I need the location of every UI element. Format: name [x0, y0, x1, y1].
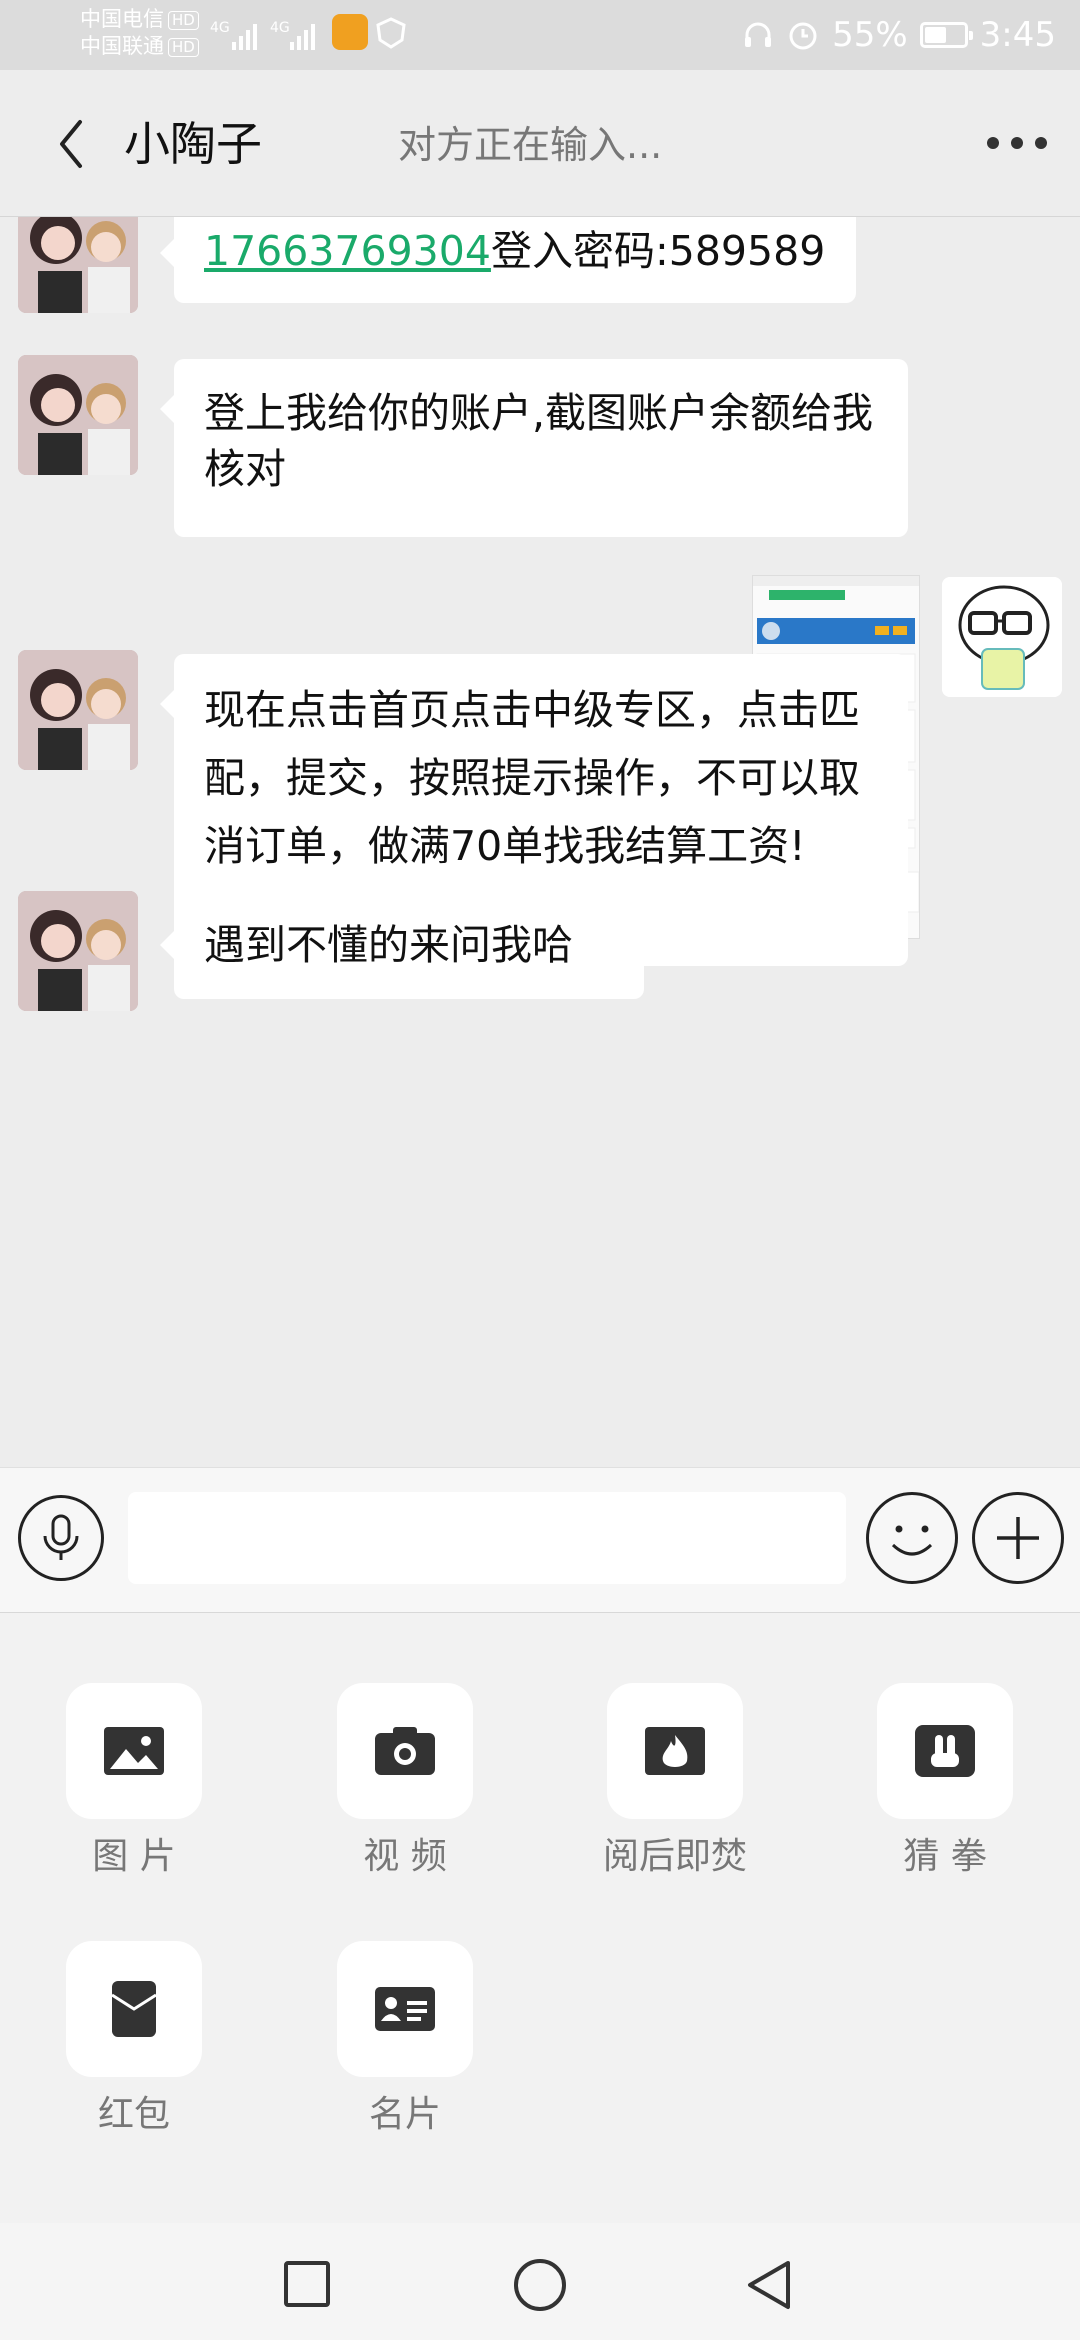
- message-text: 登上我给你的账户,截图账户余额给我核对: [204, 389, 874, 493]
- video-button[interactable]: [337, 1683, 473, 1819]
- video-label: 视 频: [363, 1836, 447, 1877]
- battery-percent: 55%: [832, 15, 908, 55]
- hd-badge: HD: [168, 10, 199, 30]
- carrier-info: 中国电信 HD 中国联通 HD: [80, 6, 199, 60]
- rock-paper-scissors-button[interactable]: [877, 1683, 1013, 1819]
- red-packet-button[interactable]: [66, 1941, 202, 2077]
- camera-icon: [375, 1727, 435, 1775]
- contact-card-label: 名片: [368, 2094, 441, 2135]
- recents-icon[interactable]: [282, 2259, 332, 2309]
- back-nav-icon[interactable]: [742, 2257, 798, 2313]
- attachment-panel: 图 片 视 频 阅后即焚 猜 拳 红包 名片: [0, 1613, 1080, 2223]
- battery-level: [924, 27, 946, 43]
- svg-text:4G: 4G: [270, 20, 290, 36]
- burn-label: 阅后即焚: [602, 1836, 747, 1877]
- contact-avatar[interactable]: [18, 355, 138, 475]
- contact-card-icon: [375, 1987, 435, 2031]
- microphone-icon: [43, 1514, 79, 1560]
- image-button[interactable]: [66, 1683, 202, 1819]
- rock-paper-scissors-icon: [915, 1725, 975, 1777]
- message-text: 遇到不懂的来问我哈: [204, 921, 573, 969]
- status-bar: 中国电信 HD 中国联通 HD 4G 4G 55% 3:45: [0, 0, 1080, 70]
- back-arrow-icon[interactable]: [52, 116, 92, 172]
- message-input[interactable]: [128, 1492, 846, 1584]
- burn-after-reading-button[interactable]: [607, 1683, 743, 1819]
- signal-icon: 4G 4G: [210, 20, 315, 50]
- contact-avatar[interactable]: [18, 217, 138, 313]
- status-right: 55% 3:45: [742, 12, 1056, 58]
- contact-avatar[interactable]: [18, 891, 138, 1011]
- my-avatar[interactable]: [942, 577, 1062, 697]
- home-icon[interactable]: [512, 2257, 568, 2313]
- message-bubble[interactable]: 17663769304登入密码:589589: [160, 217, 856, 303]
- plus-button[interactable]: [972, 1492, 1064, 1584]
- message-bubble[interactable]: 登上我给你的账户,截图账户余额给我核对: [160, 359, 908, 537]
- contact-card-button[interactable]: [337, 1941, 473, 2077]
- voice-button[interactable]: [18, 1495, 104, 1581]
- message-text: 现在点击首页点击中级专区，点击匹配，提交，按照提示操作，不可以取消订单，做满70…: [204, 686, 860, 870]
- headphones-icon: [745, 22, 772, 47]
- phone-number-link[interactable]: 17663769304: [204, 227, 491, 275]
- hd-badge: HD: [168, 37, 199, 57]
- contact-avatar[interactable]: [18, 650, 138, 770]
- input-bar: [0, 1467, 1080, 1614]
- contact-name[interactable]: 小陶子: [124, 116, 262, 172]
- carrier-1: 中国电信: [80, 7, 164, 31]
- smiley-icon: [891, 1525, 933, 1556]
- image-icon: [104, 1727, 164, 1775]
- burn-icon: [645, 1727, 705, 1775]
- message-text: 登入密码:589589: [490, 227, 826, 275]
- message-bubble[interactable]: 遇到不懂的来问我哈: [160, 895, 644, 999]
- image-label: 图 片: [92, 1836, 176, 1877]
- more-options-icon[interactable]: [984, 130, 1050, 156]
- rps-label: 猜 拳: [903, 1836, 987, 1877]
- carrier-2: 中国联通: [80, 34, 164, 58]
- app-notification-icon: [332, 14, 368, 50]
- chat-header: 小陶子 对方正在输入...: [0, 70, 1080, 217]
- emoji-button[interactable]: [866, 1492, 958, 1584]
- svg-text:4G: 4G: [210, 20, 230, 36]
- alarm-icon: [789, 22, 817, 50]
- clock: 3:45: [979, 15, 1056, 55]
- system-nav-bar: [0, 2223, 1080, 2340]
- red-packet-icon: [111, 1981, 157, 2037]
- message-list[interactable]: 17663769304登入密码:589589 登上我给你的账户,截图账户余额给我…: [0, 217, 1080, 1467]
- shield-icon: [376, 17, 406, 49]
- battery-icon: [919, 22, 973, 48]
- plus-icon: [997, 1517, 1039, 1559]
- typing-status: 对方正在输入...: [398, 123, 663, 167]
- red-packet-label: 红包: [97, 2094, 170, 2135]
